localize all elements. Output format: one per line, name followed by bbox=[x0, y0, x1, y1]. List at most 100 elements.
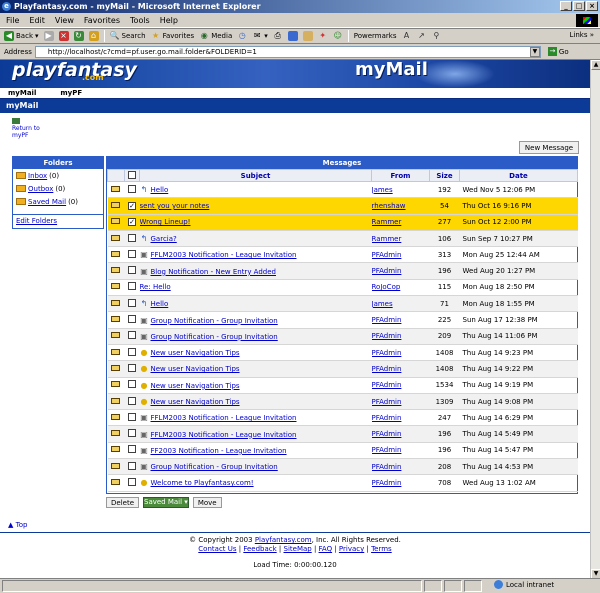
sender-link[interactable]: PFAdmin bbox=[372, 332, 402, 340]
message-row[interactable]: ✓ Wrong Lineup! Rammer 277 Sun Oct 12 2:00 P… bbox=[107, 214, 578, 231]
from-column-header[interactable]: From bbox=[371, 169, 430, 182]
message-checkbox[interactable] bbox=[128, 266, 136, 275]
sender-link[interactable]: PFAdmin bbox=[372, 479, 402, 487]
sender-link[interactable]: PFAdmin bbox=[372, 446, 402, 454]
sender-link[interactable]: PFAdmin bbox=[372, 381, 402, 389]
message-subject-link[interactable]: Hello bbox=[151, 300, 169, 308]
message-subject-link[interactable]: Wrong Lineup! bbox=[140, 218, 191, 226]
message-subject-link[interactable]: New user Navigation Tips bbox=[151, 398, 240, 406]
footer-link-terms[interactable]: Terms bbox=[371, 545, 392, 553]
powermarks-tool-3[interactable]: ⚲ bbox=[431, 31, 441, 41]
message-subject-link[interactable]: New user Navigation Tips bbox=[151, 365, 240, 373]
links-button[interactable]: Links » bbox=[570, 31, 595, 39]
message-subject-link[interactable]: Welcome to Playfantasy.com! bbox=[151, 479, 254, 487]
message-checkbox[interactable] bbox=[128, 282, 136, 291]
size-column-header[interactable]: Size bbox=[429, 169, 460, 182]
minimize-icon[interactable]: _ bbox=[560, 1, 572, 11]
message-checkbox[interactable] bbox=[128, 315, 136, 324]
message-checkbox[interactable] bbox=[128, 429, 136, 438]
message-subject-link[interactable]: Group Notification - Group Invitation bbox=[151, 333, 278, 341]
message-subject-link[interactable]: FFLM2003 Notification - League Invitatio… bbox=[151, 414, 297, 422]
message-row[interactable]: Re: Hello RoJoCop 115 Mon Aug 18 2:50 PM bbox=[107, 279, 578, 297]
message-row[interactable]: ✓ sent you your notes rhenshaw 54 Thu Oct 16… bbox=[107, 197, 578, 215]
return-to-mypf-link[interactable]: Return to myPF bbox=[12, 118, 52, 139]
folder-inbox[interactable]: Inbox (0) bbox=[13, 169, 103, 182]
menu-favorites[interactable]: Favorites bbox=[84, 16, 120, 25]
message-checkbox[interactable] bbox=[128, 249, 136, 258]
copyright-link[interactable]: Playfantasy.com bbox=[255, 536, 312, 544]
top-link[interactable]: ▲ Top bbox=[8, 521, 27, 529]
mail-button[interactable]: ✉ ▾ bbox=[252, 31, 268, 41]
sender-link[interactable]: PFAdmin bbox=[372, 365, 402, 373]
message-subject-link[interactable]: Hello bbox=[151, 186, 169, 194]
go-button[interactable]: → Go bbox=[547, 47, 569, 56]
address-input[interactable] bbox=[34, 45, 541, 58]
powermarks-tool-1[interactable]: A bbox=[401, 31, 411, 41]
discuss-button[interactable] bbox=[302, 31, 313, 41]
message-row[interactable]: ▣ FF2003 Notification - League Invitation… bbox=[107, 442, 578, 460]
message-row[interactable]: ▣ Blog Notification - New Entry Added PFAd… bbox=[107, 262, 578, 280]
sender-link[interactable]: James bbox=[372, 186, 393, 194]
favorites-button[interactable]: ★ Favorites bbox=[151, 31, 194, 41]
message-row[interactable]: ● New user Navigation Tips PFAdmin 1408 Thu … bbox=[107, 344, 578, 362]
search-button[interactable]: 🔍 Search bbox=[110, 31, 146, 41]
print-button[interactable]: ⎙ bbox=[273, 31, 283, 41]
subnav-mypf[interactable]: myPF bbox=[60, 88, 82, 98]
menu-view[interactable]: View bbox=[55, 16, 74, 25]
folder-outbox-link[interactable]: Outbox bbox=[28, 185, 53, 193]
message-checkbox[interactable]: ✓ bbox=[128, 218, 136, 227]
footer-link-sitemap[interactable]: SiteMap bbox=[284, 545, 312, 553]
message-subject-link[interactable]: Re: Hello bbox=[140, 283, 171, 291]
scroll-up-icon[interactable]: ▲ bbox=[591, 60, 600, 70]
message-row[interactable]: ▣ FFLM2003 Notification - League Invitati… bbox=[107, 246, 578, 264]
message-checkbox[interactable] bbox=[128, 331, 136, 340]
sender-link[interactable]: PFAdmin bbox=[372, 398, 402, 406]
sender-link[interactable]: PFAdmin bbox=[372, 430, 402, 438]
stop-button[interactable]: × bbox=[58, 31, 69, 41]
sender-link[interactable]: RoJoCop bbox=[372, 283, 401, 291]
message-checkbox[interactable] bbox=[128, 347, 136, 356]
subject-column-header[interactable]: Subject bbox=[139, 169, 372, 182]
messenger-button[interactable]: ☺ bbox=[333, 31, 343, 41]
powermarks-button[interactable]: Powermarks bbox=[354, 32, 397, 40]
maximize-icon[interactable]: □ bbox=[573, 1, 585, 11]
delete-button[interactable]: Delete bbox=[106, 497, 139, 508]
message-row[interactable]: ● New user Navigation Tips PFAdmin 1408 Thu … bbox=[107, 360, 578, 378]
home-button[interactable]: ⌂ bbox=[88, 31, 99, 41]
date-column-header[interactable]: Date bbox=[459, 169, 578, 182]
close-icon[interactable]: × bbox=[586, 1, 598, 11]
sender-link[interactable]: PFAdmin bbox=[372, 463, 402, 471]
back-button[interactable]: ◀ Back ▾ bbox=[4, 31, 39, 41]
refresh-button[interactable]: ↻ bbox=[73, 31, 84, 41]
message-row[interactable]: ▣ FFLM2003 Notification - League Invitati… bbox=[107, 425, 578, 443]
sender-link[interactable]: PFAdmin bbox=[372, 349, 402, 357]
menu-help[interactable]: Help bbox=[160, 16, 178, 25]
message-checkbox[interactable] bbox=[128, 412, 136, 421]
message-subject-link[interactable]: New user Navigation Tips bbox=[151, 349, 240, 357]
research-button[interactable]: ✦ bbox=[318, 31, 328, 41]
message-subject-link[interactable]: FFLM2003 Notification - League Invitatio… bbox=[151, 431, 297, 439]
folder-outbox[interactable]: Outbox (0) bbox=[13, 182, 103, 195]
message-checkbox[interactable] bbox=[128, 233, 136, 242]
forward-button[interactable]: ▶ bbox=[43, 31, 54, 41]
page-scrollbar[interactable]: ▲ ▼ bbox=[590, 60, 600, 578]
message-subject-link[interactable]: FF2003 Notification - League Invitation bbox=[151, 447, 287, 455]
sender-link[interactable]: PFAdmin bbox=[372, 251, 402, 259]
message-row[interactable]: ▣ FFLM2003 Notification - League Invitati… bbox=[107, 409, 578, 427]
message-row[interactable]: ↰ Hello James 192 Wed Nov 5 12:06 PM bbox=[107, 181, 578, 199]
message-subject-link[interactable]: sent you your notes bbox=[140, 202, 210, 210]
sender-link[interactable]: Rammer bbox=[372, 218, 402, 226]
footer-link-faq[interactable]: FAQ bbox=[319, 545, 333, 553]
edit-button[interactable] bbox=[287, 31, 298, 41]
message-subject-link[interactable]: FFLM2003 Notification - League Invitatio… bbox=[151, 251, 297, 259]
message-subject-link[interactable]: Group Notification - Group Invitation bbox=[151, 317, 278, 325]
message-checkbox[interactable] bbox=[128, 184, 136, 193]
new-message-button[interactable]: New Message bbox=[519, 141, 579, 154]
menu-tools[interactable]: Tools bbox=[130, 16, 150, 25]
message-subject-link[interactable]: New user Navigation Tips bbox=[151, 382, 240, 390]
message-row[interactable]: ● New user Navigation Tips PFAdmin 1309 Thu … bbox=[107, 393, 578, 411]
message-subject-link[interactable]: Blog Notification - New Entry Added bbox=[151, 268, 276, 276]
message-checkbox[interactable] bbox=[128, 363, 136, 372]
subnav-mymail[interactable]: myMail bbox=[8, 88, 36, 98]
message-checkbox[interactable] bbox=[128, 380, 136, 389]
